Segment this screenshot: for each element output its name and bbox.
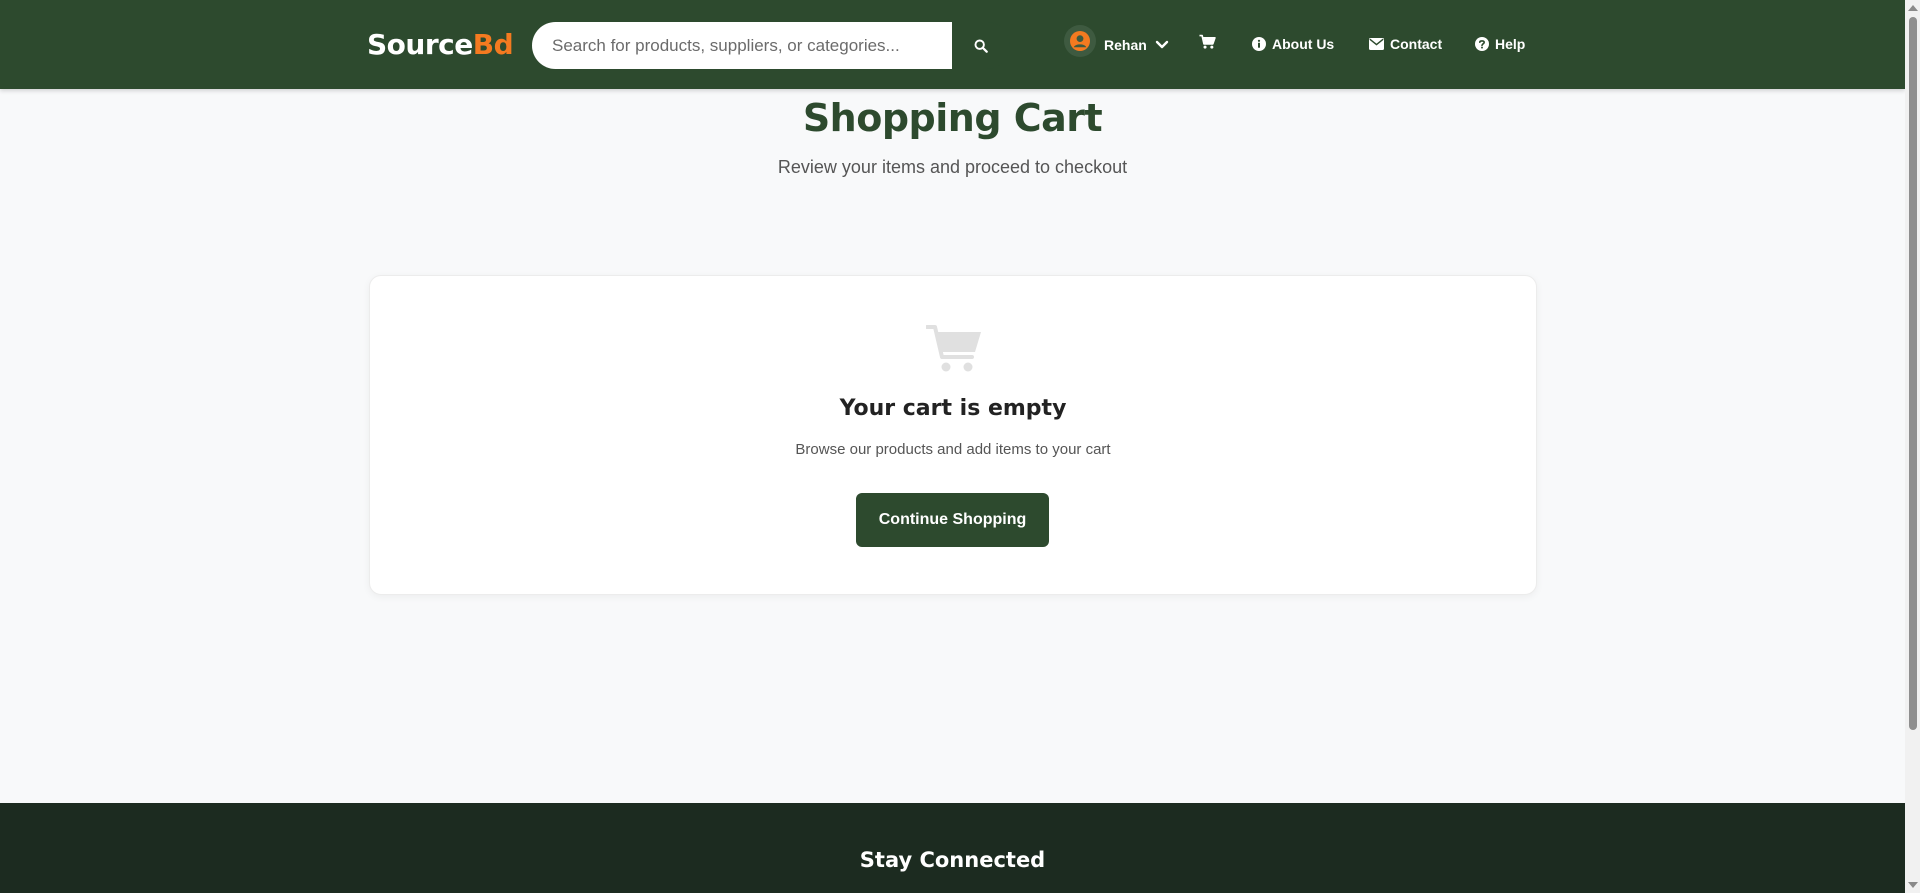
chevron-down-icon	[1155, 40, 1168, 49]
shopping-cart-icon	[925, 323, 982, 378]
nav-help[interactable]: Help	[1475, 34, 1525, 54]
info-circle-icon	[1252, 37, 1266, 51]
empty-cart-text: Browse our products and add items to you…	[795, 441, 1111, 458]
nav-contact-label: Contact	[1390, 36, 1443, 52]
empty-cart-card: Your cart is empty Browse our products a…	[369, 275, 1537, 595]
page-scrollbar[interactable]	[1905, 0, 1920, 893]
nav-help-label: Help	[1495, 36, 1526, 52]
page-subtitle: Review your items and proceed to checkou…	[777, 157, 1128, 177]
site-logo[interactable]: SourceBd	[367, 28, 514, 61]
nav-cart-link[interactable]	[1199, 34, 1219, 54]
continue-shopping-button[interactable]: Continue Shopping	[856, 493, 1049, 547]
logo-text-bd: Bd	[472, 28, 514, 61]
question-circle-icon	[1475, 37, 1489, 51]
cart-icon	[1199, 34, 1216, 49]
site-header: SourceBd Rehan	[0, 0, 1905, 89]
logo-text-source: Source	[367, 28, 473, 61]
page-title: Shopping Cart	[802, 96, 1103, 140]
user-circle-icon	[1070, 31, 1090, 51]
footer-title: Stay Connected	[859, 848, 1046, 872]
user-menu[interactable]: Rehan	[1064, 22, 1169, 68]
empty-cart-title: Your cart is empty	[839, 396, 1067, 421]
scroll-up-arrow-icon[interactable]	[1908, 5, 1918, 11]
avatar	[1064, 25, 1096, 57]
site-footer: Stay Connected	[0, 803, 1905, 893]
search-button[interactable]	[952, 22, 1010, 69]
search-input[interactable]	[532, 22, 952, 69]
search-icon	[974, 39, 988, 53]
scroll-down-arrow-icon[interactable]	[1908, 882, 1918, 888]
nav-about-us[interactable]: About Us	[1252, 34, 1334, 54]
envelope-icon	[1369, 38, 1384, 50]
scrollbar-thumb[interactable]	[1909, 17, 1917, 730]
nav-about-label: About Us	[1272, 36, 1335, 52]
user-name: Rehan	[1104, 37, 1147, 53]
nav-contact[interactable]: Contact	[1369, 34, 1442, 54]
